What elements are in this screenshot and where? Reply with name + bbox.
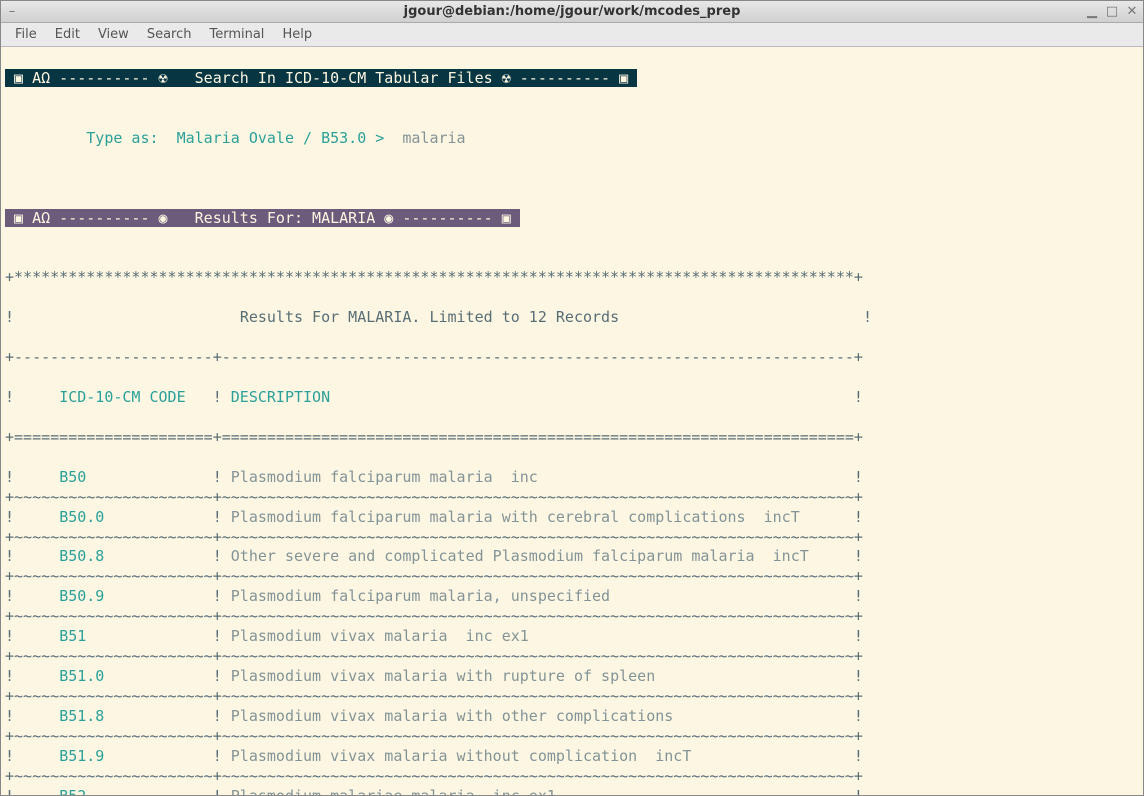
desc-cell: Plasmodium vivax malaria without complic… — [231, 747, 836, 765]
menubar: File Edit View Search Terminal Help — [1, 23, 1143, 47]
window-frame: – jgour@debian:/home/jgour/work/mcodes_p… — [0, 0, 1144, 796]
row-sep: +~~~~~~~~~~~~~~~~~~~~~~+~~~~~~~~~~~~~~~~… — [5, 767, 1139, 787]
border-stars: +***************************************… — [5, 268, 1139, 288]
desc-cell: Plasmodium falciparum malaria inc — [231, 468, 836, 486]
code-cell: B51.8 — [59, 707, 213, 725]
row-sep: +~~~~~~~~~~~~~~~~~~~~~~+~~~~~~~~~~~~~~~~… — [5, 647, 1139, 667]
prompt-value: malaria — [402, 129, 465, 147]
desc-cell: Plasmodium vivax malaria with rupture of… — [231, 667, 836, 685]
titlebar-left-icon[interactable]: – — [5, 4, 19, 19]
banner-results: ▣ ΑΩ ---------- ◉ Results For: MALARIA ◉… — [5, 209, 520, 227]
code-cell: B51.0 — [59, 667, 213, 685]
row-sep: +~~~~~~~~~~~~~~~~~~~~~~+~~~~~~~~~~~~~~~~… — [5, 488, 1139, 508]
menu-edit[interactable]: Edit — [55, 27, 80, 42]
desc-cell: Plasmodium falciparum malaria with cereb… — [231, 508, 836, 526]
desc-cell: Plasmodium falciparum malaria, unspecifi… — [231, 587, 836, 605]
terminal[interactable]: ▣ ΑΩ ---------- ☢ Search In ICD-10-CM Ta… — [1, 47, 1143, 795]
col-desc: DESCRIPTION — [231, 388, 330, 406]
table-row: ! B51.0 ! Plasmodium vivax malaria with … — [5, 667, 1139, 687]
desc-cell: Plasmodium vivax malaria inc ex1 — [231, 627, 836, 645]
window-title: jgour@debian:/home/jgour/work/mcodes_pre… — [404, 4, 741, 19]
menu-view[interactable]: View — [98, 27, 129, 42]
table-row: ! B50.9 ! Plasmodium falciparum malaria,… — [5, 587, 1139, 607]
maximize-icon[interactable]: □ — [1105, 4, 1119, 19]
desc-cell: Plasmodium malariae malaria inc ex1 — [231, 787, 836, 795]
code-cell: B51 — [59, 627, 213, 645]
row-sep: +~~~~~~~~~~~~~~~~~~~~~~+~~~~~~~~~~~~~~~~… — [5, 528, 1139, 548]
row-sep: +~~~~~~~~~~~~~~~~~~~~~~+~~~~~~~~~~~~~~~~… — [5, 607, 1139, 627]
banner-top: ▣ ΑΩ ---------- ☢ Search In ICD-10-CM Ta… — [5, 69, 637, 87]
row-sep: +~~~~~~~~~~~~~~~~~~~~~~+~~~~~~~~~~~~~~~~… — [5, 567, 1139, 587]
menu-file[interactable]: File — [15, 27, 37, 42]
table-row: ! B51 ! Plasmodium vivax malaria inc ex1… — [5, 627, 1139, 647]
code-cell: B52 — [59, 787, 213, 795]
menu-help[interactable]: Help — [282, 27, 312, 42]
row-sep: +~~~~~~~~~~~~~~~~~~~~~~+~~~~~~~~~~~~~~~~… — [5, 727, 1139, 747]
results-header: Results For MALARIA. Limited to 12 Recor… — [240, 308, 619, 326]
table-row: ! B50 ! Plasmodium falciparum malaria in… — [5, 468, 1139, 488]
row-sep: +~~~~~~~~~~~~~~~~~~~~~~+~~~~~~~~~~~~~~~~… — [5, 687, 1139, 707]
close-icon[interactable]: ✕ — [1125, 4, 1139, 19]
code-cell: B50.8 — [59, 547, 213, 565]
code-cell: B50.9 — [59, 587, 213, 605]
table-row: ! B50.0 ! Plasmodium falciparum malaria … — [5, 508, 1139, 528]
desc-cell: Other severe and complicated Plasmodium … — [231, 547, 836, 565]
table-row: ! B50.8 ! Other severe and complicated P… — [5, 547, 1139, 567]
table-row: ! B51.9 ! Plasmodium vivax malaria witho… — [5, 747, 1139, 767]
prompt-label: Type as: Malaria Ovale / B53.0 > — [86, 129, 384, 147]
border-dashes: +----------------------+----------------… — [5, 348, 1139, 368]
minimize-icon[interactable]: ▁ — [1085, 4, 1099, 19]
menu-search[interactable]: Search — [147, 27, 192, 42]
table-row: ! B51.8 ! Plasmodium vivax malaria with … — [5, 707, 1139, 727]
code-cell: B51.9 — [59, 747, 213, 765]
col-code: ICD-10-CM CODE — [59, 388, 185, 406]
desc-cell: Plasmodium vivax malaria with other comp… — [231, 707, 836, 725]
titlebar[interactable]: – jgour@debian:/home/jgour/work/mcodes_p… — [1, 1, 1143, 23]
code-cell: B50 — [59, 468, 213, 486]
code-cell: B50.0 — [59, 508, 213, 526]
table-row: ! B52 ! Plasmodium malariae malaria inc … — [5, 787, 1139, 795]
menu-terminal[interactable]: Terminal — [209, 27, 264, 42]
border-eqs: +======================+================… — [5, 428, 1139, 448]
